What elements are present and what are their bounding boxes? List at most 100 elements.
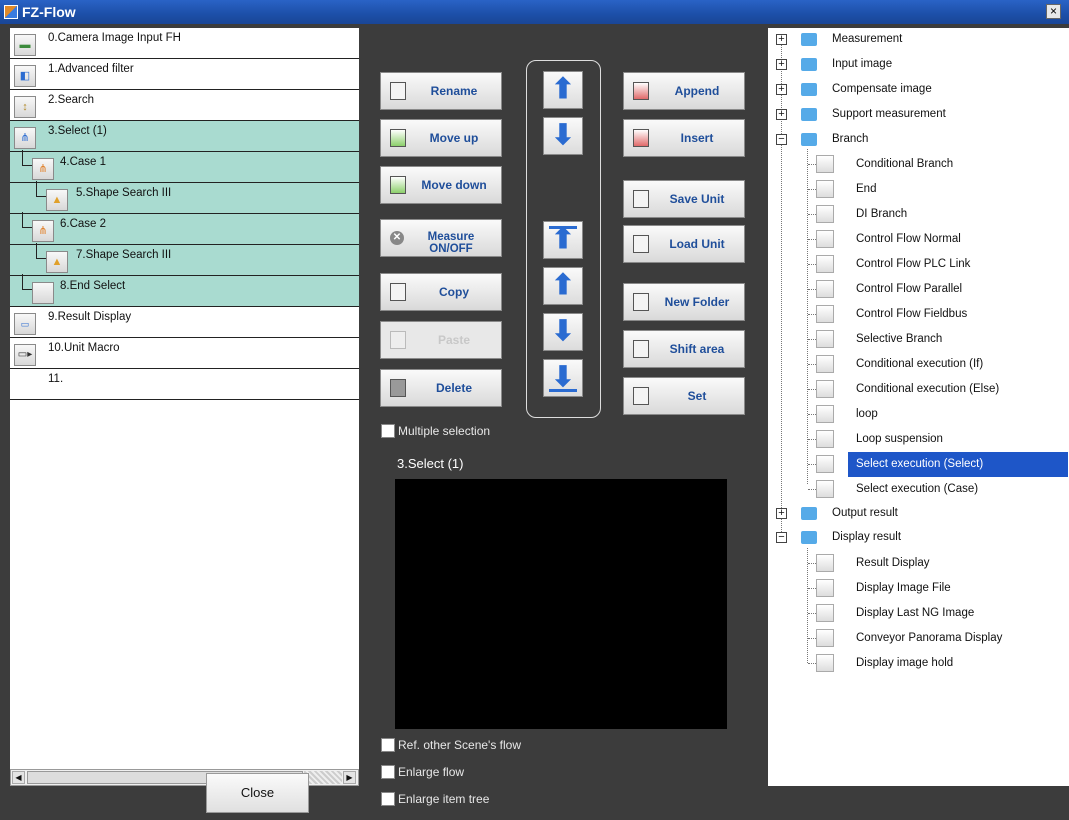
insert-icon [633, 129, 649, 147]
flow-row-label: 4.Case 1 [60, 156, 107, 168]
search-up-button[interactable]: ⬆ [543, 71, 583, 109]
flow-row-5[interactable]: ▲ 5.Shape Search III [10, 181, 359, 214]
tree-item-conditional-execution-if[interactable]: Conditional execution (If) [802, 352, 1068, 377]
new-folder-button[interactable]: New Folder [623, 283, 745, 321]
set-button[interactable]: Set [623, 377, 745, 415]
move-up-button[interactable]: Move up [380, 119, 502, 157]
tree-item-display-image-hold[interactable]: Display image hold [802, 651, 1068, 676]
ref-other-scene-checkbox[interactable] [381, 738, 395, 752]
move-down-label: Move down [421, 178, 487, 192]
measure-onoff-button[interactable]: ✕ Measure ON/OFF [380, 219, 502, 257]
copy-button[interactable]: Copy [380, 273, 502, 311]
tree-connector [36, 243, 46, 259]
item-tree: + Measurement + Input image + Compensate… [768, 28, 1069, 786]
tree-item-end[interactable]: End [802, 177, 1068, 202]
tree-item-select-execution-select[interactable]: Select execution (Select) [802, 452, 1068, 477]
paste-label: Paste [437, 333, 471, 347]
expand-icon[interactable]: + [776, 34, 787, 45]
move-up-label: Move up [429, 131, 479, 145]
collapse-icon[interactable]: − [776, 134, 787, 145]
tree-item-control-flow-plc-link[interactable]: Control Flow PLC Link [802, 252, 1068, 277]
move-down-button[interactable]: Move down [380, 166, 502, 204]
insert-label: Insert [680, 131, 714, 145]
tree-item-display-last-ng-image[interactable]: Display Last NG Image [802, 601, 1068, 626]
scroll-right-arrow-icon[interactable]: ▶ [343, 771, 356, 784]
tree-item-label: Control Flow PLC Link [856, 258, 971, 270]
case-execution-icon [816, 480, 834, 498]
window-close-button[interactable]: × [1046, 4, 1061, 19]
load-unit-button[interactable]: Load Unit [623, 225, 745, 263]
tree-item-label: Control Flow Normal [856, 233, 961, 245]
rename-button[interactable]: Rename [380, 72, 502, 110]
tree-item-loop[interactable]: loop [802, 402, 1068, 427]
select-execution-icon [816, 455, 834, 473]
scroll-left-arrow-icon[interactable]: ◀ [12, 771, 25, 784]
loop-suspension-icon [816, 430, 834, 448]
flow-row-10[interactable]: ▭▸ 10.Unit Macro [10, 338, 359, 369]
end-select-icon [32, 282, 54, 304]
multiple-selection-checkbox[interactable] [381, 424, 395, 438]
control-flow-icon [816, 230, 834, 248]
expand-icon[interactable]: + [776, 508, 787, 519]
tree-item-di-branch[interactable]: DI Branch [802, 202, 1068, 227]
tree-item-control-flow-fieldbus[interactable]: Control Flow Fieldbus [802, 302, 1068, 327]
insert-button[interactable]: Insert [623, 119, 745, 157]
tree-item-label: loop [856, 408, 878, 420]
move-up-arrow-button[interactable]: ⬆ [543, 267, 583, 305]
unit-macro-icon: ▭▸ [14, 344, 36, 366]
flow-row-label: 7.Shape Search III [76, 249, 172, 261]
close-button[interactable]: Close [206, 773, 309, 813]
collapse-icon[interactable]: − [776, 532, 787, 543]
end-icon [816, 180, 834, 198]
measure-toggle-icon: ✕ [390, 231, 404, 245]
flow-row-3[interactable]: ⋔ 3.Select (1) [10, 121, 359, 152]
tree-item-conditional-branch[interactable]: Conditional Branch [802, 152, 1068, 177]
save-unit-button[interactable]: Save Unit [623, 180, 745, 218]
move-arrow-group: ⬆ ⬇ ⬆ ⬆ ⬇ ⬇ [526, 60, 601, 418]
flow-row-6[interactable]: ⋔ 6.Case 2 [10, 212, 359, 245]
flow-row-7[interactable]: ▲ 7.Shape Search III [10, 243, 359, 276]
expand-icon[interactable]: + [776, 109, 787, 120]
flow-row-2[interactable]: ↕ 2.Search [10, 90, 359, 121]
flow-row-9[interactable]: ▭ 9.Result Display [10, 307, 359, 338]
tree-item-conditional-execution-else[interactable]: Conditional execution (Else) [802, 377, 1068, 402]
flow-row-0[interactable]: ▬ 0.Camera Image Input FH [10, 28, 359, 59]
paste-button[interactable]: Paste [380, 321, 502, 359]
move-to-bottom-button[interactable]: ⬇ [543, 359, 583, 397]
tree-item-control-flow-parallel[interactable]: Control Flow Parallel [802, 277, 1068, 302]
flow-row-4[interactable]: ⋔ 4.Case 1 [10, 150, 359, 183]
search-down-button[interactable]: ⬇ [543, 117, 583, 155]
save-unit-icon [633, 190, 649, 208]
tree-item-conveyor-panorama-display[interactable]: Conveyor Panorama Display [802, 626, 1068, 651]
flow-row-label: 5.Shape Search III [76, 187, 172, 199]
move-down-arrow-button[interactable]: ⬇ [543, 313, 583, 351]
shift-area-button[interactable]: Shift area [623, 330, 745, 368]
enlarge-flow-checkbox[interactable] [381, 765, 395, 779]
tree-category-label: Compensate image [832, 83, 932, 95]
tree-item-control-flow-normal[interactable]: Control Flow Normal [802, 227, 1068, 252]
tree-item-select-execution-case[interactable]: Select execution (Case) [802, 477, 1068, 502]
expand-icon[interactable]: + [776, 84, 787, 95]
loop-icon [816, 405, 834, 423]
scroll-track[interactable] [304, 771, 342, 784]
flow-row-1[interactable]: ◧ 1.Advanced filter [10, 59, 359, 90]
selective-branch-icon [816, 330, 834, 348]
tree-item-selective-branch[interactable]: Selective Branch [802, 327, 1068, 352]
copy-label: Copy [439, 285, 469, 299]
expand-icon[interactable]: + [776, 59, 787, 70]
flow-row-8[interactable]: 8.End Select [10, 274, 359, 307]
enlarge-item-tree-checkbox[interactable] [381, 792, 395, 806]
delete-button[interactable]: Delete [380, 369, 502, 407]
tree-item-result-display[interactable]: Result Display [802, 551, 1068, 576]
control-flow-icon [816, 280, 834, 298]
tree-item-display-image-file[interactable]: Display Image File [802, 576, 1068, 601]
flow-row-11[interactable]: 11. [10, 369, 359, 400]
conditional-execution-icon [816, 355, 834, 373]
tree-category-label: Input image [832, 58, 893, 70]
move-to-top-button[interactable]: ⬆ [543, 221, 583, 259]
tree-category-label: Output result [832, 507, 898, 519]
panorama-icon [816, 629, 834, 647]
append-button[interactable]: Append [623, 72, 745, 110]
tree-item-loop-suspension[interactable]: Loop suspension [802, 427, 1068, 452]
shift-area-label: Shift area [669, 342, 725, 356]
